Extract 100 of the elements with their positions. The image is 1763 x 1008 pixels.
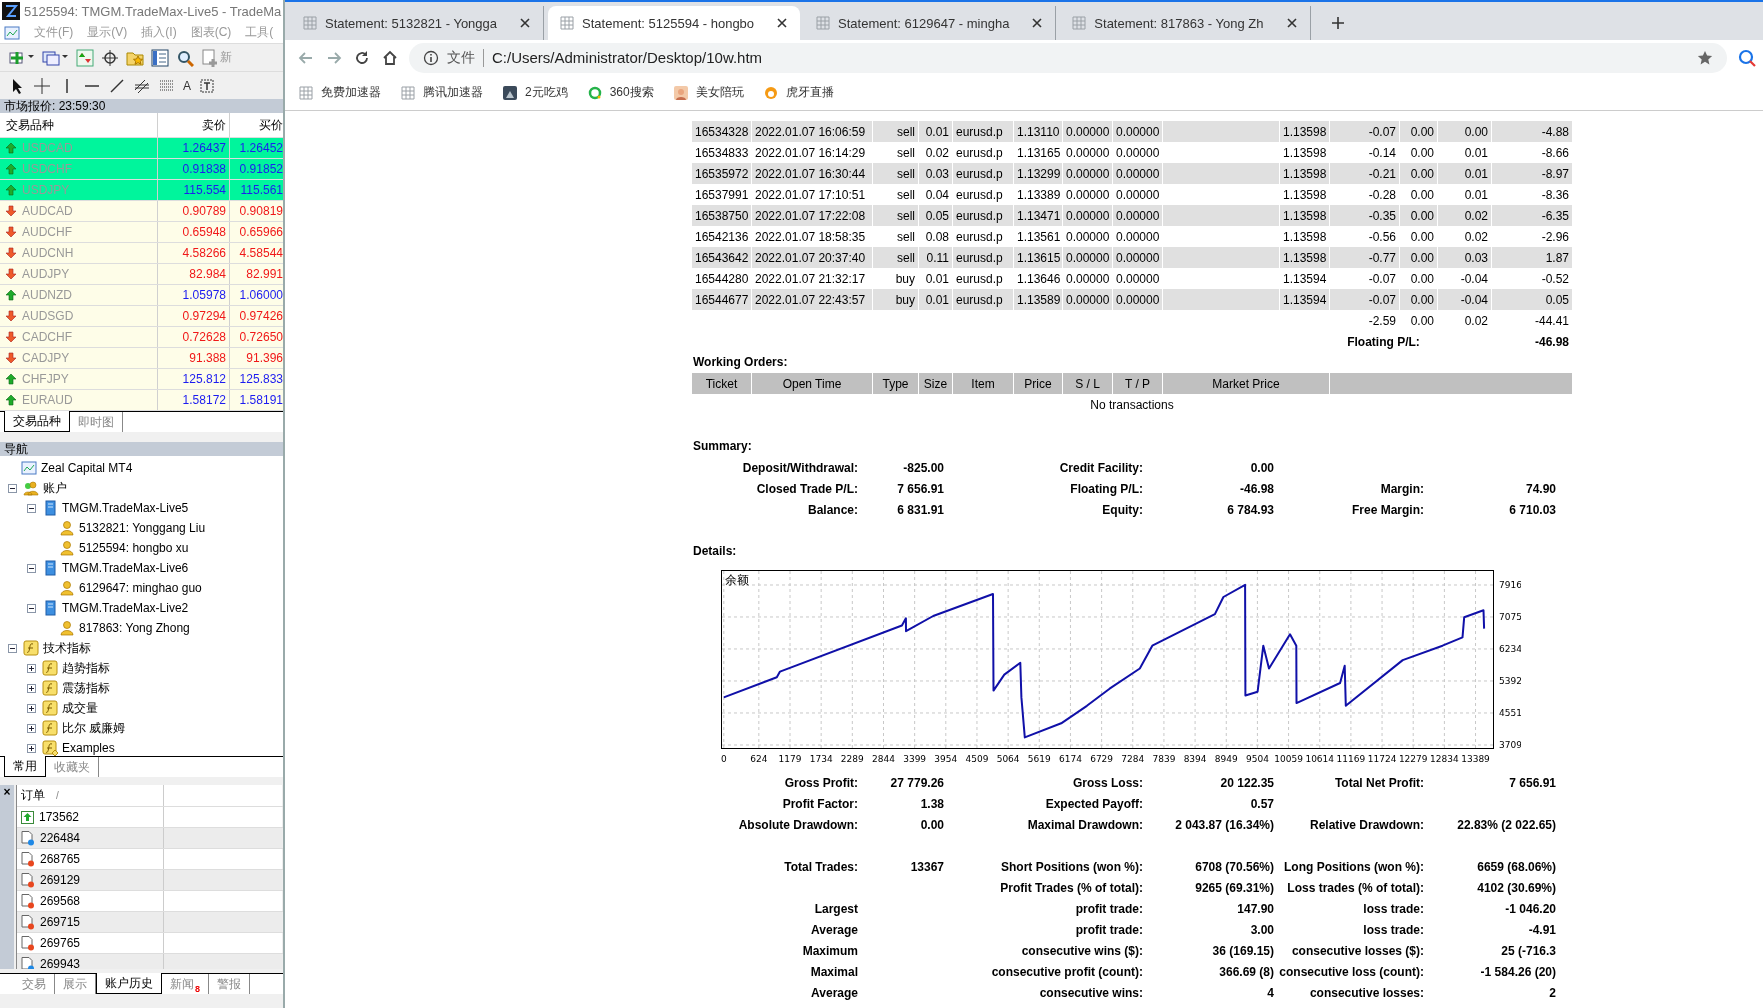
table-cell-text: 0.08 — [924, 228, 950, 246]
close-button[interactable]: × — [3, 785, 11, 799]
tree-item[interactable]: TMGM.TradeMax-Live6 — [62, 561, 189, 575]
quote-row[interactable]: USDCHF 0.91838 0.91852 — [0, 159, 283, 180]
table-cell-text: -0.14 — [1367, 144, 1397, 162]
bid-price: 0.97294 — [158, 306, 230, 326]
news-count: 8 — [195, 984, 200, 994]
tree-item[interactable]: 成交量 — [62, 699, 98, 717]
bookmark[interactable]: 美女陪玩 — [673, 84, 744, 101]
avatar-icon — [673, 85, 688, 100]
total-value: -46.98 — [1533, 333, 1570, 351]
quote-row[interactable]: AUDJPY 82.984 82.991 — [0, 264, 283, 285]
stat-label: Gross Loss: — [1072, 775, 1143, 790]
star-icon[interactable] — [1697, 49, 1713, 66]
home-icon[interactable] — [381, 48, 399, 67]
collapse-icon[interactable] — [27, 563, 36, 573]
quote-row[interactable]: CADCHF 0.72628 0.72650 — [0, 327, 283, 348]
quote-row[interactable]: AUDCNH 4.58266 4.58544 — [0, 243, 283, 264]
tree-item[interactable]: 6129647: minghao guo — [79, 581, 202, 595]
tab[interactable]: 常用 — [4, 756, 46, 777]
quote-row[interactable]: USDCAD 1.26437 1.26452 — [0, 138, 283, 159]
tab-title: Statement: 5132821 - Yongga — [325, 15, 499, 31]
chart-window-icon[interactable] — [4, 24, 20, 41]
tree-item[interactable]: TMGM.TradeMax-Live5 — [62, 501, 189, 515]
profiles-icon[interactable] — [42, 48, 60, 67]
tab[interactable]: 即时图 — [70, 412, 123, 432]
tree-item[interactable]: 817863: Yong Zhong — [79, 621, 190, 635]
tree-item[interactable]: 账户 — [43, 479, 67, 497]
tree-item[interactable]: 趋势指标 — [62, 659, 110, 677]
trend-line-icon[interactable] — [108, 76, 126, 95]
magnifier-icon[interactable] — [176, 48, 194, 67]
bookmark[interactable]: 360搜索 — [587, 84, 654, 101]
quote-row[interactable]: AUDNZD 1.05978 1.06000 — [0, 285, 283, 306]
column-header[interactable]: 买价 — [230, 113, 283, 137]
quote-row[interactable]: CADJPY 91.388 91.396 — [0, 348, 283, 369]
tree-item[interactable]: 震荡指标 — [62, 679, 110, 697]
close-icon[interactable] — [1031, 17, 1044, 29]
stat-label: profit trade: — [1075, 901, 1143, 916]
tab[interactable]: 交易品种 — [4, 411, 70, 432]
table-cell: 16535972 — [692, 163, 751, 184]
address-bar[interactable]: 文件 C:/Users/Administrator/Desktop/10w.htm — [409, 42, 1727, 73]
expand-icon[interactable] — [27, 683, 36, 693]
new-tab-icon[interactable] — [1330, 16, 1345, 30]
expand-icon[interactable] — [27, 743, 36, 753]
bookmark[interactable]: 虎牙直播 — [763, 84, 834, 101]
column-header[interactable]: 订单 / — [17, 785, 164, 806]
tree-item[interactable]: 5132821: Yonggang Liu — [79, 521, 206, 535]
bookmark[interactable]: 2元吃鸡 — [503, 84, 568, 101]
expand-icon[interactable] — [27, 663, 36, 673]
table-cell: 0.00000 — [1113, 205, 1162, 226]
expand-icon[interactable] — [27, 723, 36, 733]
column-header[interactable]: 交易品种 — [0, 113, 158, 137]
quote-row[interactable]: USDJPY 115.554 115.561 — [0, 180, 283, 201]
stat-label: Maximal Drawdown: — [1027, 817, 1143, 832]
tab[interactable]: 交易 — [14, 974, 55, 994]
browser-tab[interactable]: Statement: 5125594 - hongbo — [548, 6, 801, 40]
collapse-icon[interactable] — [27, 503, 36, 513]
tab[interactable]: 账户历史 — [96, 973, 162, 994]
table-cell: 0.00 — [1438, 121, 1491, 142]
quote-row[interactable]: AUDCAD 0.90789 0.90819 — [0, 201, 283, 222]
close-icon[interactable] — [519, 17, 532, 29]
tree-item[interactable]: 比尔 威廉姆 — [62, 719, 126, 737]
navigator-icon[interactable] — [151, 48, 169, 67]
order-number: 269129 — [40, 873, 81, 887]
close-icon[interactable] — [1285, 17, 1298, 29]
quote-row[interactable]: CHFJPY 125.812 125.833 — [0, 369, 283, 390]
stat-label: consecutive losses ($): — [1291, 943, 1424, 958]
crosshair-icon[interactable] — [101, 48, 119, 67]
quote-row[interactable]: EURAUD 1.58172 1.58191 — [0, 390, 283, 411]
axis-label: 7075 — [1499, 611, 1521, 622]
info-icon[interactable] — [423, 49, 439, 66]
bid-price: 115.554 — [158, 180, 230, 200]
stat-value: -4.91 — [1528, 922, 1556, 937]
new-order-icon[interactable] — [201, 48, 219, 67]
table-cell: -6.35 — [1492, 205, 1572, 226]
collapse-icon[interactable] — [8, 483, 17, 493]
tree-item[interactable]: 5125594: hongbo xu — [79, 541, 189, 555]
table-cell-text: 0.00000 — [1065, 186, 1111, 204]
text-tool[interactable]: A — [183, 78, 191, 93]
tree-item[interactable]: 技术指标 — [43, 639, 91, 657]
quote-row[interactable]: AUDCHF 0.65948 0.65966 — [0, 222, 283, 243]
collapse-icon[interactable] — [8, 643, 17, 653]
collapse-icon[interactable] — [27, 603, 36, 613]
column-header[interactable]: 卖价 — [158, 113, 230, 137]
tab[interactable]: 收藏夹 — [46, 757, 99, 777]
close-icon[interactable] — [776, 17, 789, 29]
table-cell-text: 16544280 — [694, 270, 750, 288]
label-tool-icon[interactable] — [198, 76, 216, 95]
market-watch-icon[interactable] — [76, 48, 94, 67]
tab[interactable]: 警报 — [209, 974, 250, 994]
table-cell: 0.02 — [1438, 205, 1491, 226]
tree-item[interactable]: Zeal Capital MT4 — [41, 461, 133, 475]
tree-item[interactable]: TMGM.TradeMax-Live2 — [62, 601, 189, 615]
quote-row[interactable]: AUDSGD 0.97294 0.97426 — [0, 306, 283, 327]
bookmark[interactable]: 腾讯加速器 — [401, 84, 483, 101]
search-icon[interactable] — [1737, 47, 1757, 68]
bookmark[interactable]: 免费加速器 — [299, 84, 381, 101]
expand-icon[interactable] — [27, 703, 36, 713]
table-cell: 2022.01.07 16:30:44 — [752, 163, 872, 184]
tree-item[interactable]: Examples — [62, 741, 115, 755]
